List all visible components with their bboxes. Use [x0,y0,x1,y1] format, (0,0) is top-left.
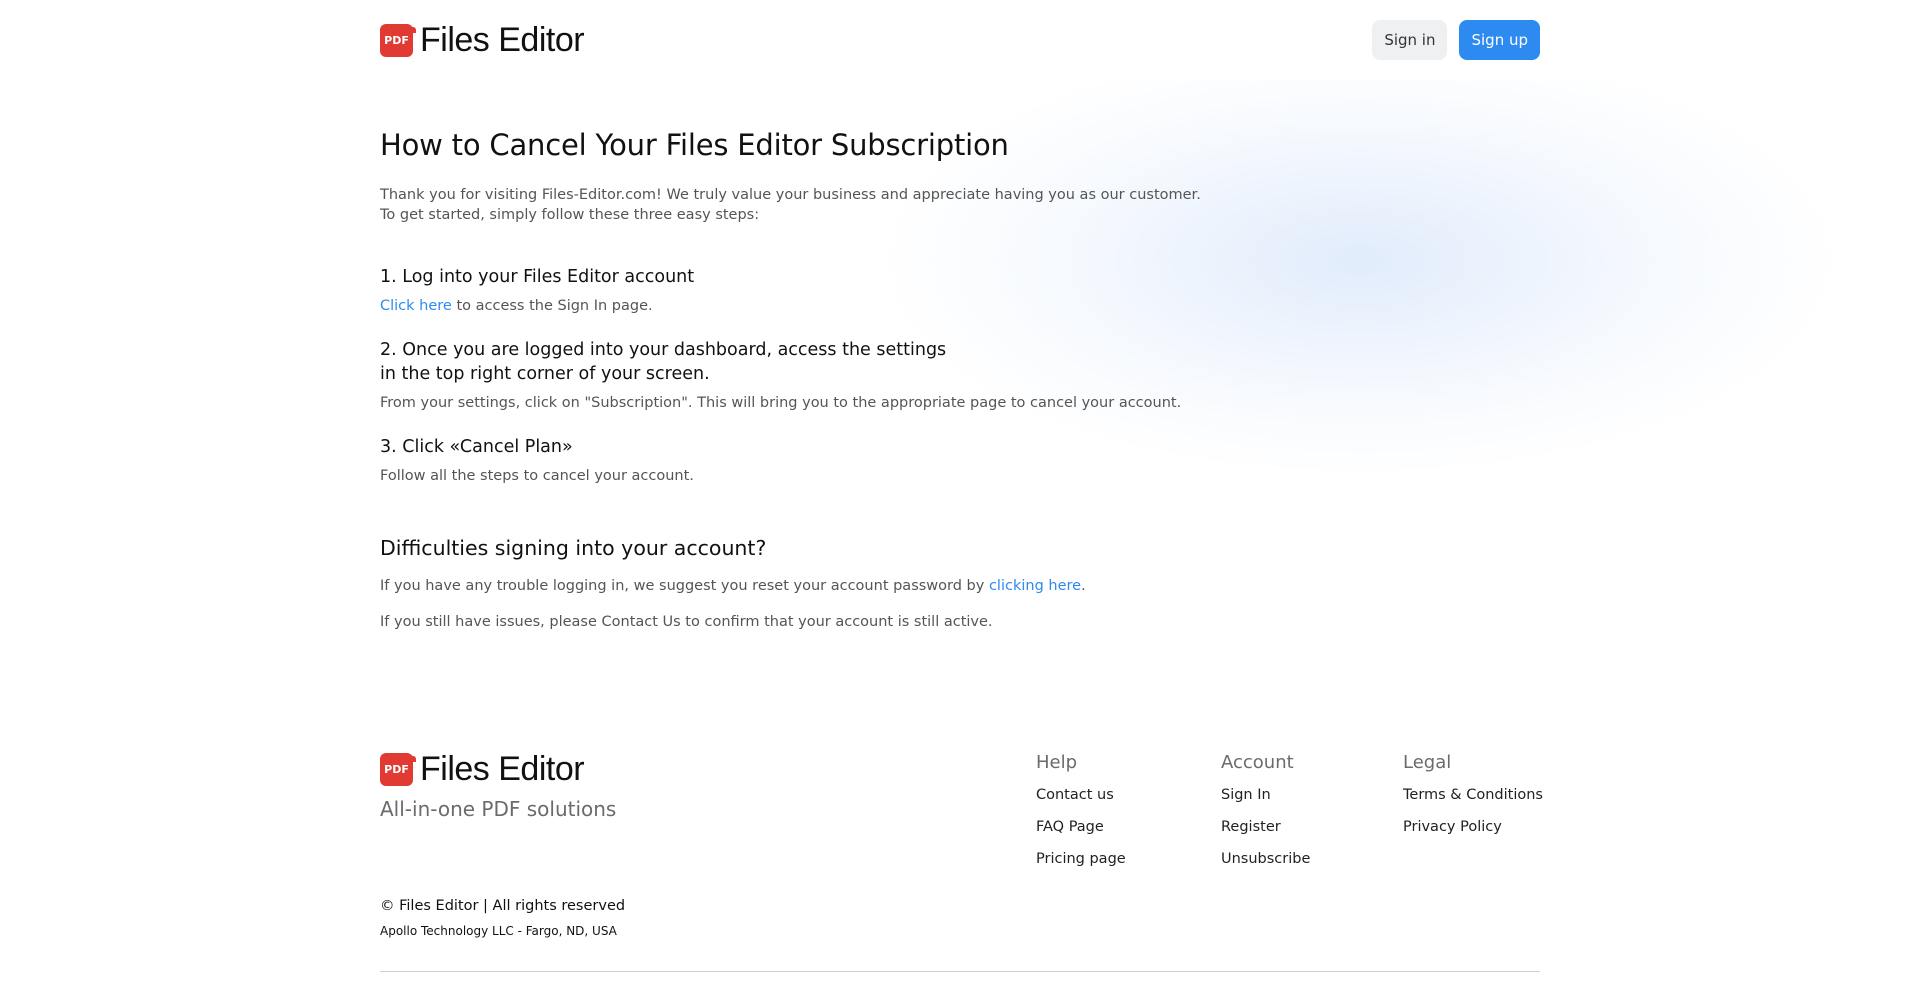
header: PDF Files Editor Sign in Sign up [380,18,1540,62]
footer-account-column: Account Sign In Register Unsubscribe [1221,752,1310,881]
page-title: How to Cancel Your Files Editor Subscrip… [380,128,1009,162]
footer-tagline: All-in-one PDF solutions [380,797,617,821]
footer-account-title: Account [1221,752,1294,773]
footer-link-terms[interactable]: Terms & Conditions [1403,785,1543,805]
reset-password-link[interactable]: clicking here [989,578,1081,594]
reset-password-text: If you have any trouble logging in, we s… [380,576,1540,596]
header-logo[interactable]: PDF Files Editor [380,20,585,60]
difficulties-heading: Difficulties signing into your account? [380,536,767,560]
step-1-description: to access the Sign In page. [451,298,653,314]
pdf-logo-icon: PDF [380,23,416,57]
sign-in-page-link[interactable]: Click here [380,298,452,314]
sign-up-button[interactable]: Sign up [1459,20,1540,60]
footer-logo-text: Files Editor [420,750,585,788]
footer-help-title: Help [1036,752,1078,773]
footer-link-privacy[interactable]: Privacy Policy [1403,817,1543,837]
footer-legal-column: Legal Terms & Conditions Privacy Policy [1403,752,1543,849]
contact-us-text: If you still have issues, please Contact… [380,614,993,630]
intro-line-1: Thank you for visiting Files-Editor.com!… [380,187,1201,203]
reset-password-description: If you have any trouble logging in, we s… [380,578,989,594]
footer-link-sign-in[interactable]: Sign In [1221,785,1310,805]
step-1-text: Click here to access the Sign In page. [380,296,1540,316]
step-2-title: 2. Once you are logged into your dashboa… [380,338,1540,386]
main-content: How to Cancel Your Files Editor Subscrip… [380,128,1540,648]
sign-in-button[interactable]: Sign in [1372,20,1448,60]
auth-buttons: Sign in Sign up [1372,20,1540,60]
logo-text: Files Editor [420,20,585,59]
page: PDF Files Editor Sign in Sign up How to … [0,0,1920,993]
footer-divider [380,971,1540,972]
step-2-title-line-2: in the top right corner of your screen. [380,364,710,384]
footer-link-unsubscribe[interactable]: Unsubscribe [1221,849,1310,869]
footer-link-faq[interactable]: FAQ Page [1036,817,1126,837]
footer-logo[interactable]: PDF Files Editor [380,750,616,789]
step-2-title-line-1: 2. Once you are logged into your dashboa… [380,340,947,360]
intro-line-2: To get started, simply follow these thre… [380,207,760,223]
reset-password-period: . [1081,578,1086,594]
step-3-title: 3. Click «Cancel Plan» [380,437,573,457]
footer-link-pricing[interactable]: Pricing page [1036,849,1126,869]
footer-link-register[interactable]: Register [1221,817,1310,837]
company-address: Apollo Technology LLC - Fargo, ND, USA [380,924,617,938]
intro-text: Thank you for visiting Files-Editor.com!… [380,185,1540,225]
footer-legal-title: Legal [1403,752,1452,773]
step-1-title: 1. Log into your Files Editor account [380,267,695,287]
footer-link-contact-us[interactable]: Contact us [1036,785,1126,805]
footer-brand: PDF Files Editor All-in-one PDF solution… [380,750,616,821]
pdf-logo-icon: PDF [380,753,416,786]
footer-help-column: Help Contact us FAQ Page Pricing page [1036,752,1126,881]
step-3-text: Follow all the steps to cancel your acco… [380,468,694,484]
step-2-text: From your settings, click on "Subscripti… [380,395,1182,411]
copyright-text: © Files Editor | All rights reserved [380,898,626,914]
